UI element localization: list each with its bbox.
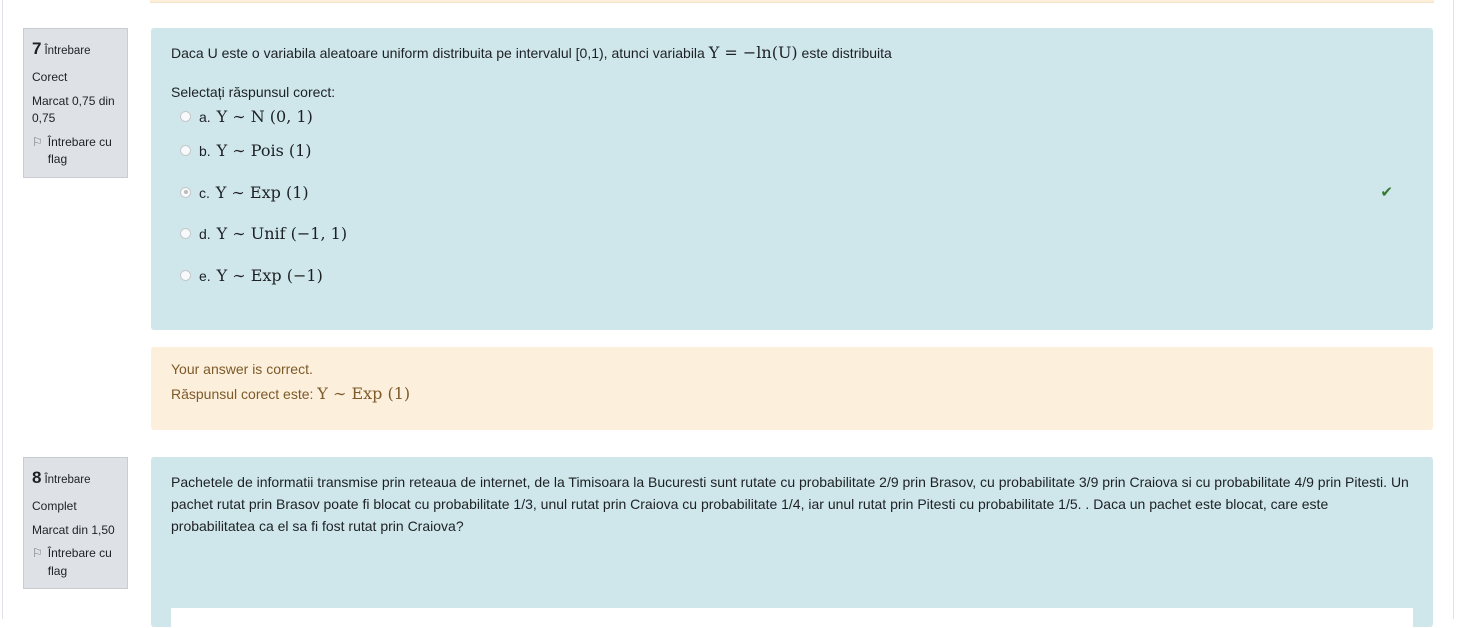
answer-math: Y ∼ Pois (1) — [216, 141, 312, 161]
question-7-content: Daca U este o variabila aleatoare unifor… — [151, 28, 1433, 330]
radio-b[interactable] — [180, 145, 191, 157]
radio-c[interactable] — [180, 186, 191, 198]
correct-answer-math: Y ∼ Exp (1) — [317, 384, 411, 403]
answer-input-area[interactable] — [171, 608, 1413, 628]
answer-label: a. Y ∼ N (0, 1) — [199, 107, 313, 126]
answer-math: Y ∼ N (0, 1) — [216, 106, 313, 126]
question-7-info: 7 Întrebare Corect Marcat 0,75 din 0,75 ⚐… — [23, 28, 128, 178]
answer-option-b[interactable]: b. Y ∼ Pois (1) — [171, 130, 1413, 172]
answer-letter: c. — [199, 184, 210, 201]
radio-e[interactable] — [180, 269, 191, 281]
answer-math: Y ∼ Unif (−1, 1) — [216, 224, 348, 244]
question-grade: Marcat 0,75 din 0,75 — [32, 94, 115, 126]
answer-prompt: Selectați răspunsul corect: — [171, 84, 336, 100]
answer-label: e. Y ∼ Exp (−1) — [199, 266, 323, 285]
question-math: Y = −ln(U) — [708, 43, 798, 62]
question-7-feedback: Your answer is correct. Răspunsul corect… — [151, 347, 1433, 430]
answer-label: c. Y ∼ Exp (1) — [199, 183, 309, 202]
flag-label: Întrebare cu flag — [47, 134, 112, 167]
answer-option-c[interactable]: c. Y ∼ Exp (1) ✔ — [171, 172, 1413, 214]
question-word: Întrebare — [44, 45, 91, 57]
feedback-result: Your answer is correct. — [171, 361, 313, 377]
flag-question-toggle[interactable]: ⚐ Întrebare cu flag — [32, 545, 119, 580]
question-8-content: Pachetele de informatii transmise prin r… — [151, 457, 1433, 628]
flag-icon: ⚐ — [32, 134, 43, 149]
answer-option-d[interactable]: d. Y ∼ Unif (−1, 1) — [171, 213, 1413, 255]
correct-answer-line: Răspunsul corect este: Y ∼ Exp (1) — [171, 384, 1413, 403]
answer-math: Y ∼ Exp (−1) — [216, 265, 323, 285]
question-number: 8 — [32, 468, 42, 487]
answer-letter: a. — [199, 108, 211, 125]
answer-list: a. Y ∼ N (0, 1) b. Y ∼ Pois (1) c. Y ∼ E… — [171, 102, 1413, 296]
correct-check-icon: ✔ — [1380, 184, 1393, 202]
answer-option-e[interactable]: e. Y ∼ Exp (−1) — [171, 255, 1413, 297]
answer-label: d. Y ∼ Unif (−1, 1) — [199, 224, 347, 243]
answer-letter: b. — [199, 143, 211, 160]
answer-letter: d. — [199, 226, 211, 243]
question-state: Complet — [32, 498, 77, 513]
question-8-info: 8 Întrebare Complet Marcat din 1,50 ⚐ Înt… — [23, 457, 128, 589]
question-state: Corect — [32, 69, 68, 84]
question-7-number: 7 Întrebare — [32, 37, 119, 62]
correct-answer-prefix: Răspunsul corect este: — [171, 386, 318, 402]
question-text-part: Daca U este o variabila aleatoare unifor… — [171, 45, 709, 61]
radio-a[interactable] — [180, 110, 191, 122]
flag-question-toggle[interactable]: ⚐ Întrebare cu flag — [32, 134, 119, 169]
answer-letter: e. — [199, 267, 211, 284]
question-word: Întrebare — [44, 474, 91, 486]
question-text-part: este distribuita — [797, 45, 892, 61]
question-text: Pachetele de informatii transmise prin r… — [171, 474, 1409, 534]
answer-math: Y ∼ Exp (1) — [215, 182, 309, 202]
flag-icon: ⚐ — [32, 546, 43, 561]
question-8-number: 8 Întrebare — [32, 466, 119, 491]
question-text: Daca U este o variabila aleatoare unifor… — [171, 42, 1413, 64]
flag-label: Întrebare cu flag — [47, 546, 112, 578]
radio-d[interactable] — [180, 228, 191, 240]
answer-option-a[interactable]: a. Y ∼ N (0, 1) — [171, 102, 1413, 130]
question-grade: Marcat din 1,50 — [32, 523, 115, 538]
answer-label: b. Y ∼ Pois (1) — [199, 141, 312, 160]
previous-feedback-remnant — [150, 0, 1434, 3]
question-number: 7 — [32, 39, 42, 58]
